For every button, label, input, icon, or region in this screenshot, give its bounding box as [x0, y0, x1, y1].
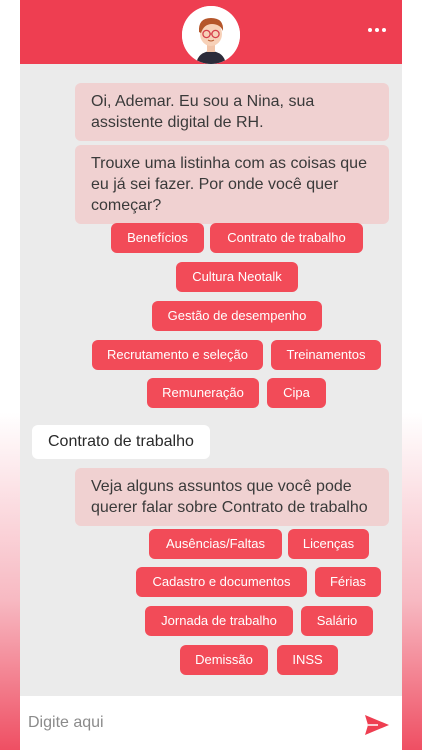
message-input[interactable] [28, 708, 348, 738]
message-composer [20, 696, 402, 750]
subtopic-chip[interactable]: Cadastro e documentos [136, 567, 307, 597]
subtopic-chip[interactable]: INSS [277, 645, 338, 675]
chat-header [20, 0, 402, 64]
menu-dot [375, 28, 379, 32]
topic-chip[interactable]: Cultura Neotalk [176, 262, 298, 292]
menu-dot [382, 28, 386, 32]
topic-chip[interactable]: Contrato de trabalho [210, 223, 363, 253]
topic-chip[interactable]: Gestão de desempenho [152, 301, 322, 331]
bot-message-intro: Trouxe uma listinha com as coisas que eu… [75, 145, 389, 224]
subtopic-chip[interactable]: Licenças [288, 529, 369, 559]
assistant-avatar[interactable] [182, 6, 240, 64]
user-message: Contrato de trabalho [32, 425, 210, 459]
menu-dot [368, 28, 372, 32]
bot-message-followup: Veja alguns assuntos que você pode quere… [75, 468, 389, 526]
subtopic-chip[interactable]: Férias [315, 567, 381, 597]
topic-chip[interactable]: Remuneração [147, 378, 259, 408]
send-arrow-icon [365, 715, 389, 735]
topic-chip[interactable]: Benefícios [111, 223, 204, 253]
topic-chip[interactable]: Treinamentos [271, 340, 381, 370]
subtopic-chip[interactable]: Salário [301, 606, 373, 636]
bot-message-greeting: Oi, Ademar. Eu sou a Nina, sua assistent… [75, 83, 389, 141]
chat-screen: Oi, Ademar. Eu sou a Nina, sua assistent… [20, 0, 402, 750]
topic-chip[interactable]: Recrutamento e seleção [92, 340, 263, 370]
subtopic-chip[interactable]: Demissão [180, 645, 268, 675]
subtopic-chip[interactable]: Ausências/Faltas [149, 529, 282, 559]
avatar-illustration-icon [182, 6, 240, 64]
send-icon[interactable] [364, 714, 390, 736]
topic-chip[interactable]: Cipa [267, 378, 326, 408]
more-horizontal-icon[interactable] [368, 26, 386, 34]
subtopic-chip[interactable]: Jornada de trabalho [145, 606, 293, 636]
